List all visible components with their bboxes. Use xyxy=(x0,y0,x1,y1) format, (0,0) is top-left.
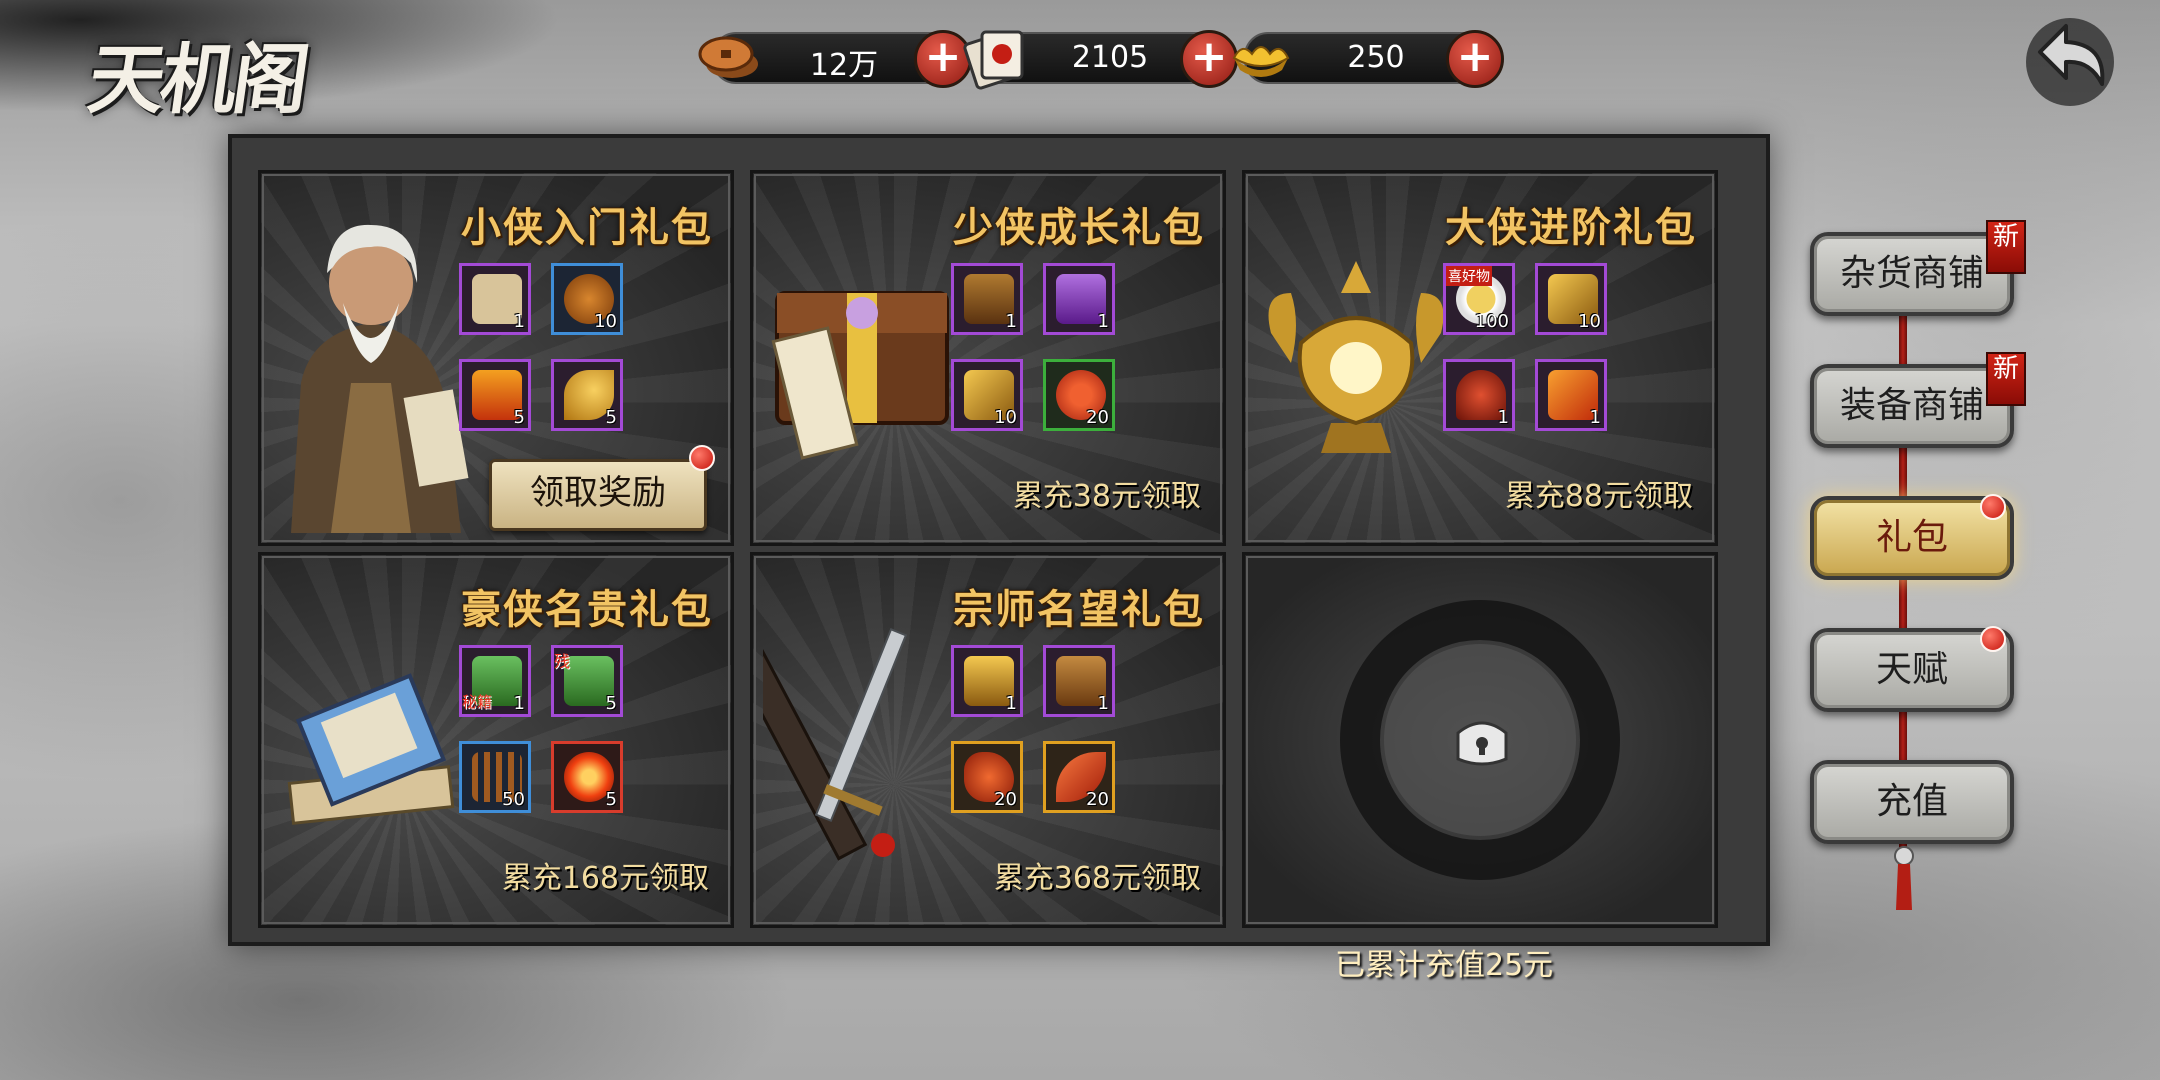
item-count: 1 xyxy=(1097,693,1109,714)
reward-slot[interactable]: 1 xyxy=(1043,263,1115,335)
favorite-tag: 喜好物 xyxy=(1446,266,1492,286)
item-count: 1 xyxy=(1005,311,1017,332)
item-count: 10 xyxy=(994,407,1017,428)
nav-equipment-shop[interactable]: 装备商铺 新 xyxy=(1810,352,2026,448)
reward-slot[interactable]: 10 xyxy=(551,263,623,335)
reward-slot[interactable]: 20 xyxy=(1043,359,1115,431)
back-arrow-icon[interactable] xyxy=(2010,4,2120,114)
secret-manual-tag: 秘籍 xyxy=(462,693,493,711)
reward-slot[interactable]: 20 xyxy=(951,741,1023,813)
recharge-condition: 累充38元领取 xyxy=(1012,479,1201,514)
tassel-icon xyxy=(1894,846,1914,910)
pack-title: 豪侠名贵礼包 xyxy=(461,586,713,633)
pack-card-locked xyxy=(1242,552,1718,928)
reward-slot[interactable]: 5 xyxy=(459,359,531,431)
pack-title: 少侠成长礼包 xyxy=(953,204,1205,251)
gift-chest-image xyxy=(771,291,949,460)
recharge-condition: 累充88元领取 xyxy=(1504,479,1693,514)
recharge-condition: 累充168元领取 xyxy=(501,861,709,896)
swords-image xyxy=(763,627,908,861)
pack-card-novice: 小侠入门礼包 1 10 5 5 领取奖励 xyxy=(258,170,734,546)
reward-slot[interactable]: 5 xyxy=(551,741,623,813)
item-count: 100 xyxy=(1474,311,1509,332)
total-recharge-text: 已累计充值25元 xyxy=(1335,948,1554,983)
add-gold-button[interactable]: + xyxy=(1446,30,1504,88)
ticket-value: 2105 xyxy=(1071,40,1149,75)
gold-ingot-value: 250 xyxy=(1347,40,1405,75)
item-count: 10 xyxy=(594,311,617,332)
reward-slot[interactable]: 10 xyxy=(951,359,1023,431)
reward-slot[interactable]: 1 秘籍 xyxy=(459,645,531,717)
gold-ingot-icon xyxy=(1232,46,1290,77)
reward-slot[interactable]: 50 xyxy=(459,741,531,813)
item-count: 1 xyxy=(1497,407,1509,428)
nav-label: 装备商铺 xyxy=(1839,385,1984,426)
recharge-condition: 累充368元领取 xyxy=(993,861,1201,896)
fragment-tag: 残 xyxy=(554,652,571,671)
copper-coin-value: 12万 xyxy=(809,48,879,83)
item-count: 1 xyxy=(1589,407,1601,428)
new-badge: 新 xyxy=(1986,220,2026,274)
item-count: 20 xyxy=(1086,789,1109,810)
ticket-counter: 2105 + xyxy=(963,30,1238,90)
reward-slot[interactable]: 10 xyxy=(1535,263,1607,335)
nav-label: 充值 xyxy=(1875,781,1948,822)
item-count: 20 xyxy=(1086,407,1109,428)
new-badge: 新 xyxy=(1986,352,2026,406)
reward-slot[interactable]: 100 喜好物 xyxy=(1443,263,1515,335)
item-count: 5 xyxy=(605,407,617,428)
item-count: 50 xyxy=(502,789,525,810)
nav-grocery-shop[interactable]: 杂货商铺 新 xyxy=(1810,220,2026,316)
reward-slot[interactable]: 1 xyxy=(1535,359,1607,431)
alert-dot-icon xyxy=(1980,494,2006,520)
item-count: 20 xyxy=(994,789,1017,810)
alert-dot-icon xyxy=(1980,626,2006,652)
pack-card-noble: 豪侠名贵礼包 1 秘籍 5 残 50 5 累充168元领取 xyxy=(258,552,734,928)
pack-title: 宗师名望礼包 xyxy=(953,586,1205,633)
reward-slot[interactable]: 1 xyxy=(1443,359,1515,431)
nav-label: 礼包 xyxy=(1875,517,1948,558)
golden-lantern-image xyxy=(1268,261,1444,453)
nav-label: 杂货商铺 xyxy=(1839,253,1984,294)
item-count: 5 xyxy=(513,407,525,428)
gold-ingot-counter: 250 + xyxy=(1232,30,1504,88)
nav-talent[interactable]: 天赋 xyxy=(1810,626,2014,712)
pack-card-master: 宗师名望礼包 1 1 20 20 累充368元领取 xyxy=(750,552,1226,928)
alert-dot-icon xyxy=(689,445,715,471)
reward-slot[interactable]: 5 xyxy=(551,359,623,431)
item-count: 10 xyxy=(1578,311,1601,332)
lock-icon xyxy=(1456,721,1508,766)
reward-slot[interactable]: 1 xyxy=(951,263,1023,335)
reward-slot[interactable]: 1 xyxy=(1043,645,1115,717)
nav-label: 天赋 xyxy=(1875,649,1948,690)
copper-coin-counter: 12万 + xyxy=(698,30,972,88)
copper-coin-icon xyxy=(698,36,758,78)
reward-slot[interactable]: 5 残 xyxy=(551,645,623,717)
reward-slot[interactable]: 1 xyxy=(459,263,531,335)
nav-recharge[interactable]: 充值 xyxy=(1810,760,2014,844)
item-count: 1 xyxy=(1097,311,1109,332)
item-count: 5 xyxy=(605,693,617,714)
book-stack-image xyxy=(287,673,455,825)
pack-title: 小侠入门礼包 xyxy=(461,204,713,251)
elder-master-portrait xyxy=(291,224,469,533)
item-count: 1 xyxy=(513,311,525,332)
reward-slot[interactable]: 20 xyxy=(1043,741,1115,813)
pack-title: 大侠进阶礼包 xyxy=(1445,204,1697,251)
item-count: 1 xyxy=(513,693,525,714)
item-count: 5 xyxy=(605,789,617,810)
pack-card-advanced: 大侠进阶礼包 100 喜好物 10 1 1 累充88元领取 xyxy=(1242,170,1718,546)
pack-card-growth: 少侠成长礼包 1 1 10 20 累充38元领取 xyxy=(750,170,1226,546)
nav-gift-pack[interactable]: 礼包 xyxy=(1810,494,2014,580)
page-title: 天机阁 xyxy=(82,35,312,124)
ticket-icon xyxy=(963,30,1024,90)
reward-slot[interactable]: 1 xyxy=(951,645,1023,717)
claim-reward-button[interactable]: 领取奖励 xyxy=(489,459,707,531)
item-count: 1 xyxy=(1005,693,1017,714)
